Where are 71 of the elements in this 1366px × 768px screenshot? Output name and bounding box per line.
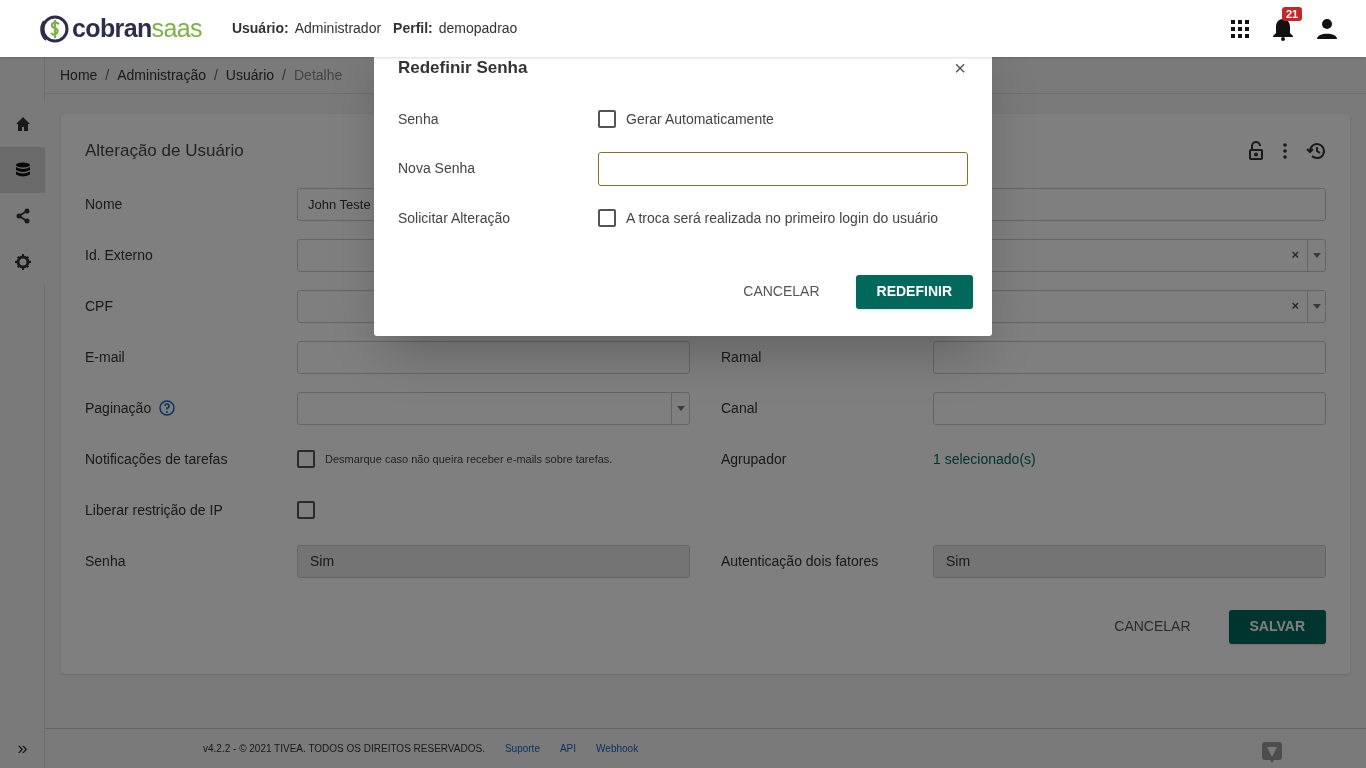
- field-label: CPF: [85, 296, 113, 316]
- bell-icon[interactable]: [1272, 16, 1294, 41]
- field-label: Nova Senha: [398, 159, 477, 178]
- notification-badge: 21: [1282, 6, 1303, 21]
- checkbox-label: A troca será realizada no primeiro login do usuário: [626, 208, 939, 228]
- footer-link[interactable]: Webhook: [596, 741, 639, 756]
- text-field[interactable]: [933, 391, 1326, 425]
- dialog-title: Redefinir Senha: [398, 57, 528, 79]
- breadcrumb-separator: /: [105, 65, 110, 85]
- user-label: Usuário:: [231, 19, 289, 38]
- apps-grid-icon[interactable]: [1230, 18, 1250, 39]
- password-field[interactable]: [598, 151, 968, 186]
- cancel-button[interactable]: CANCELAR: [1106, 609, 1199, 644]
- footer-link[interactable]: Suporte: [504, 741, 540, 756]
- more-vertical-icon[interactable]: [1282, 142, 1288, 159]
- dropdown-arrow-icon: [676, 405, 685, 411]
- clear-icon[interactable]: ×: [1283, 296, 1307, 316]
- profile-name: demopadrao: [438, 19, 518, 38]
- user-icon[interactable]: [1316, 17, 1338, 40]
- field-label: Canal: [721, 398, 758, 418]
- dropdown-arrow-icon: [1312, 252, 1321, 258]
- select-field[interactable]: [297, 391, 690, 425]
- save-button[interactable]: SALVAR: [1228, 609, 1326, 644]
- field-label: Id. Externo: [85, 245, 153, 265]
- close-button[interactable]: ×: [954, 57, 966, 78]
- breadcrumb-link[interactable]: Home: [60, 64, 98, 86]
- disabled-field: Sim: [933, 544, 1326, 578]
- field-label: Senha: [398, 109, 440, 129]
- history-icon[interactable]: [1306, 141, 1326, 160]
- disabled-field: Sim: [297, 544, 690, 578]
- redefine-button[interactable]: REDEFINIR: [855, 274, 973, 309]
- database-icon: [14, 162, 31, 178]
- checkbox[interactable]: [598, 209, 616, 227]
- logo: cobransaas: [72, 12, 202, 44]
- field-label: Ramal: [721, 347, 762, 367]
- logo-icon: [1261, 741, 1283, 763]
- field-label: Senha: [85, 551, 126, 571]
- field-label: Agrupador: [721, 449, 787, 469]
- help-icon[interactable]: [159, 400, 176, 416]
- clear-icon[interactable]: ×: [1283, 245, 1307, 265]
- cancel-button[interactable]: CANCELAR: [735, 274, 828, 309]
- breadcrumb-link[interactable]: Usuário: [225, 64, 275, 86]
- checkbox[interactable]: [297, 501, 315, 519]
- checkbox-label: Gerar Automaticamente: [626, 109, 774, 129]
- dropdown-arrow-icon: [1312, 303, 1321, 309]
- form-title: Alteração de Usuário: [85, 140, 244, 162]
- field-label: Liberar restrição de IP: [85, 500, 223, 520]
- breadcrumb-separator: /: [213, 65, 218, 85]
- footer-link[interactable]: API: [559, 741, 577, 756]
- profile-label: Perfil:: [393, 19, 433, 38]
- field-label: Paginação: [85, 398, 152, 418]
- field-label: Notificações de tarefas: [85, 449, 228, 469]
- text-field[interactable]: [933, 340, 1326, 374]
- home-icon: [14, 116, 31, 132]
- copyright-text: v4.2.2 - © 2021 TIVEA. TODOS OS DIREITOS RESERVADOS.: [203, 742, 485, 756]
- settings-icon: [14, 254, 31, 270]
- share-icon: [14, 208, 31, 224]
- checkbox[interactable]: [598, 110, 616, 128]
- field-label: Solicitar Alteração: [398, 208, 512, 228]
- field-label: Autenticação dois fatores: [721, 551, 879, 571]
- user-name: Administrador: [294, 19, 382, 38]
- text-field[interactable]: [297, 340, 690, 374]
- lock-icon[interactable]: [1248, 140, 1264, 161]
- field-label: E-mail: [85, 347, 125, 367]
- breadcrumb-separator: /: [282, 65, 286, 85]
- breadcrumb-link[interactable]: Administração: [117, 64, 206, 86]
- agrupador-link[interactable]: 1 selecionado(s): [933, 448, 1036, 470]
- checkbox[interactable]: [297, 450, 315, 468]
- sidebar-item[interactable]: [0, 147, 45, 193]
- field-label: Nome: [85, 194, 123, 214]
- checkbox-hint: Desmarque caso não queira receber e-mails sobre tarefas.: [325, 451, 613, 467]
